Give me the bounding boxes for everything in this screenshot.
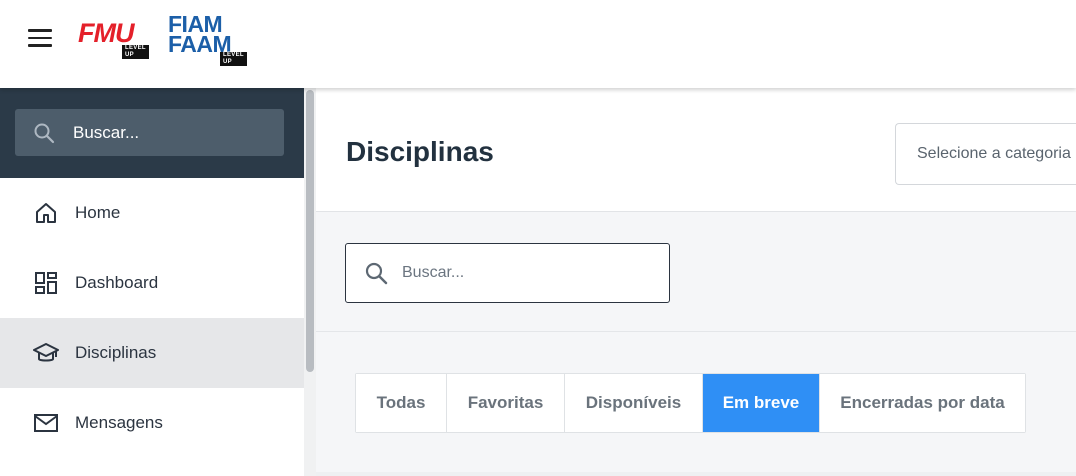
filter-tabs: Todas Favoritas Disponíveis Em breve Enc… bbox=[355, 373, 1026, 433]
hamburger-menu-icon[interactable] bbox=[28, 29, 52, 47]
search-icon bbox=[34, 123, 55, 143]
course-search-placeholder: Buscar... bbox=[402, 264, 465, 281]
top-header: FMU LEVEL UP FIAM FAAM LEVEL UP bbox=[0, 0, 1076, 88]
dashboard-icon bbox=[33, 270, 59, 296]
sidebar-item-dashboard[interactable]: Dashboard bbox=[0, 248, 304, 318]
envelope-icon bbox=[33, 410, 59, 436]
fmu-logo[interactable]: FMU LEVEL UP bbox=[78, 20, 149, 59]
course-search-input[interactable]: Buscar... bbox=[345, 243, 670, 303]
sidebar-item-disciplinas[interactable]: Disciplinas bbox=[0, 318, 304, 388]
sidebar-item-home[interactable]: Home bbox=[0, 178, 304, 248]
sidebar-search-input[interactable]: Buscar... bbox=[15, 109, 284, 156]
page-header: Disciplinas Selecione a categoria bbox=[316, 88, 1076, 212]
graduation-cap-icon bbox=[33, 340, 59, 366]
tab-em-breve[interactable]: Em breve bbox=[703, 374, 820, 432]
search-icon bbox=[365, 262, 388, 285]
sidebar-item-label: Disciplinas bbox=[75, 343, 157, 362]
page-title: Disciplinas bbox=[346, 136, 494, 167]
category-select[interactable]: Selecione a categoria bbox=[895, 123, 1076, 185]
sidebar-scrollbar[interactable] bbox=[304, 88, 316, 476]
main-content: Disciplinas Selecione a categoria Buscar… bbox=[316, 88, 1076, 476]
tab-todas[interactable]: Todas bbox=[356, 374, 447, 432]
fiam-faam-logo[interactable]: FIAM FAAM LEVEL UP bbox=[168, 13, 247, 66]
sidebar: Buscar... Home Dashboard Disciplinas Men… bbox=[0, 88, 304, 476]
sidebar-search-area: Buscar... bbox=[0, 88, 304, 178]
search-area: Buscar... bbox=[316, 212, 1076, 332]
sidebar-scroll-thumb[interactable] bbox=[306, 90, 314, 372]
sidebar-item-mensagens[interactable]: Mensagens bbox=[0, 388, 304, 458]
category-select-placeholder: Selecione a categoria bbox=[917, 145, 1071, 162]
sidebar-item-label: Mensagens bbox=[75, 413, 163, 432]
tab-disponiveis[interactable]: Disponíveis bbox=[565, 374, 703, 432]
content-divider bbox=[316, 472, 1076, 476]
tab-favoritas[interactable]: Favoritas bbox=[447, 374, 565, 432]
home-icon bbox=[33, 200, 59, 226]
sidebar-item-label: Dashboard bbox=[75, 273, 159, 292]
sidebar-item-label: Home bbox=[75, 203, 121, 222]
tab-encerradas-por-data[interactable]: Encerradas por data bbox=[820, 374, 1025, 432]
sidebar-search-placeholder: Buscar... bbox=[73, 122, 140, 142]
